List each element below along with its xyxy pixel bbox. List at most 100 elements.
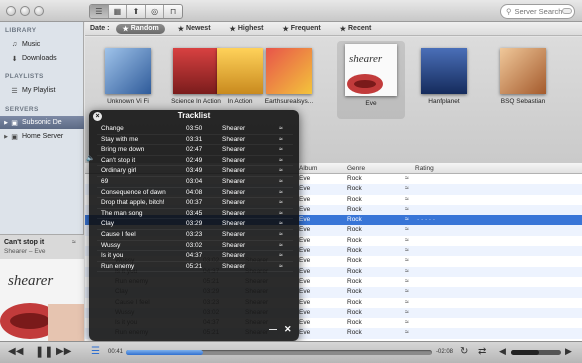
search-icon: ⚲ xyxy=(506,7,512,16)
progress-fill xyxy=(126,350,203,355)
stream-icon: ≈ xyxy=(405,298,409,306)
close-window-button[interactable] xyxy=(6,6,16,16)
tracklist-title-cell: Stay with me xyxy=(101,135,139,143)
tracklist-row[interactable]: Change 03:50 Shearer ≈ xyxy=(97,124,293,135)
track-album-cell: Eve xyxy=(299,185,311,193)
tracklist-row[interactable]: Cause I feel 03:23 Shearer ≈ xyxy=(97,230,293,241)
tracklist-row[interactable]: Run enemy 05:21 Shearer ≈ xyxy=(97,262,293,273)
stream-icon: ≈ xyxy=(405,329,409,337)
download-icon: ⬇ xyxy=(11,55,18,63)
album-tile[interactable]: Hanfplanet xyxy=(416,48,472,105)
album-tile[interactable]: Earthsurealsys... xyxy=(261,48,317,105)
sidebar-item-downloads[interactable]: ⬇ Downloads xyxy=(0,52,84,65)
tracklist-artist-cell: Shearer xyxy=(222,156,246,164)
track-genre-cell: Rock xyxy=(347,216,362,224)
filter-label: Date : xyxy=(90,25,110,32)
minimize-icon[interactable]: — xyxy=(269,325,277,334)
star-icon: ★ xyxy=(122,25,129,33)
sidebar-item-music[interactable]: ♫ Music xyxy=(0,38,84,51)
track-album-cell: Eve xyxy=(299,329,311,337)
tracklist-row[interactable]: 69 03:04 Shearer ≈ xyxy=(97,177,293,188)
tracklist-time-cell: 03:50 xyxy=(186,125,203,132)
track-genre-cell: Rock xyxy=(347,236,362,244)
sidebar-item-subsonic[interactable]: ▶ ▣ Subsonic De xyxy=(0,116,84,129)
previous-icon[interactable]: ◀◀ xyxy=(8,346,23,357)
volume-slider[interactable] xyxy=(511,350,561,355)
progress-bar[interactable] xyxy=(126,350,432,355)
server-icon: ▣ xyxy=(11,133,18,141)
track-genre-cell: Rock xyxy=(347,329,362,337)
stream-icon: ≈ xyxy=(279,199,283,207)
filter-random[interactable]: ★ Random xyxy=(116,23,165,34)
album-tile[interactable]: BSQ Sebastian xyxy=(495,48,551,105)
player-bar: ◀◀ ❚❚ ▶▶ ☰ 00:41 -02:08 ↻ ⇄ ◀ ▶ xyxy=(0,341,582,363)
speaker-icon: 🔈 xyxy=(86,155,95,162)
column-header-rating[interactable]: Rating xyxy=(415,165,434,172)
tracklist-row[interactable]: Drop that apple, bitch! 00:37 Shearer ≈ xyxy=(97,198,293,209)
tracklist-row[interactable]: Wussy 03:02 Shearer ≈ xyxy=(97,241,293,252)
stream-icon: ≈ xyxy=(279,231,283,238)
list-view-icon[interactable]: ☰ xyxy=(90,5,109,18)
zoom-window-button[interactable] xyxy=(34,6,44,16)
filter-newest[interactable]: ★ Newest xyxy=(172,24,217,34)
album-tile[interactable]: Unknown Vi Fi xyxy=(100,48,156,105)
tracklist-row[interactable]: Stay with me 03:31 Shearer ≈ xyxy=(97,135,293,146)
tracklist-row[interactable]: The man song 03:45 Shearer ≈ xyxy=(97,209,293,220)
tracklist-artist-cell: Shearer xyxy=(222,199,246,207)
sidebar-item-label: Subsonic De xyxy=(22,119,62,126)
tracklist-row[interactable]: Is it you 04:37 Shearer ≈ xyxy=(97,251,293,262)
track-album-cell: Eve xyxy=(299,247,311,255)
album-tile[interactable]: In Action xyxy=(212,48,268,105)
tracklist-time-cell: 03:02 xyxy=(186,241,203,249)
playlist-icon: ☰ xyxy=(11,87,18,95)
filter-label: Random xyxy=(130,25,159,32)
disc-icon[interactable]: ◎ xyxy=(146,5,165,18)
sidebar-item-home-server[interactable]: ▶ ▣ Home Server xyxy=(0,130,84,143)
tracklist-artist-cell: Shearer xyxy=(222,262,246,270)
playlist-icon[interactable]: ☰ xyxy=(91,346,100,357)
sidebar-item-my-playlist[interactable]: ☰ My Playlist xyxy=(0,84,84,97)
now-playing-artwork[interactable]: shearer xyxy=(0,259,84,342)
track-genre-cell: Rock xyxy=(347,205,362,213)
tracklist-time-cell: 04:37 xyxy=(186,252,203,260)
rating-stars[interactable]: · · · · · xyxy=(417,216,435,223)
stream-icon: ≈ xyxy=(72,239,76,246)
tracklist-row[interactable]: Clay 03:29 Shearer ≈ xyxy=(97,219,293,230)
column-header-album[interactable]: Album xyxy=(299,165,317,172)
book-icon[interactable]: ⊓ xyxy=(164,5,182,18)
stream-icon: ≈ xyxy=(405,216,409,224)
tracklist-title-cell: The man song xyxy=(101,209,143,217)
tracklist-title-cell: Run enemy xyxy=(101,262,135,270)
repeat-icon[interactable]: ↻ xyxy=(460,346,468,357)
shuffle-icon[interactable]: ⇄ xyxy=(478,346,486,357)
filter-label: Newest xyxy=(186,25,211,32)
next-icon[interactable]: ▶▶ xyxy=(56,346,71,357)
track-album-cell: Eve xyxy=(299,226,311,234)
tracklist-title: Tracklist xyxy=(177,111,211,120)
library-header: LIBRARY xyxy=(5,27,37,34)
pause-icon[interactable]: ❚❚ xyxy=(35,345,53,358)
tracklist-row[interactable]: Ordinary girl 03:49 Shearer ≈ xyxy=(97,166,293,177)
column-header-genre[interactable]: Genre xyxy=(347,165,365,172)
minimize-window-button[interactable] xyxy=(20,6,30,16)
sidebar-item-label: Home Server xyxy=(22,133,64,140)
tracklist-row[interactable]: Can't stop it 02:49 Shearer ≈ xyxy=(97,156,293,167)
album-tile-selected[interactable]: shearer Eve xyxy=(337,41,405,119)
tracklist-artist-cell: Shearer xyxy=(222,231,246,238)
filter-recent[interactable]: ★ Recent xyxy=(334,24,378,34)
disclosure-triangle-icon[interactable]: ▶ xyxy=(2,120,10,126)
disclosure-triangle-icon[interactable]: ▶ xyxy=(2,134,10,140)
filter-label: Frequent xyxy=(290,25,321,32)
stream-icon: ≈ xyxy=(279,252,283,260)
track-album-cell: Eve xyxy=(299,216,311,224)
tracklist-row[interactable]: Consequence of dawn 04:08 Shearer ≈ xyxy=(97,188,293,199)
grid-view-icon[interactable]: ▦ xyxy=(109,5,128,18)
tracklist-overlay: × Tracklist Change 03:50 Shearer ≈ Stay with… xyxy=(89,110,299,341)
filter-highest[interactable]: ★ Highest xyxy=(224,24,270,34)
toolbar-toggle-button[interactable] xyxy=(562,8,572,14)
filter-frequent[interactable]: ★ Frequent xyxy=(276,24,326,34)
close-icon[interactable]: ✕ xyxy=(284,324,292,335)
upload-icon[interactable]: ⬆ xyxy=(127,5,146,18)
tracklist-row[interactable]: Bring me down 02:47 Shearer ≈ xyxy=(97,145,293,156)
track-genre-cell: Rock xyxy=(347,288,362,296)
